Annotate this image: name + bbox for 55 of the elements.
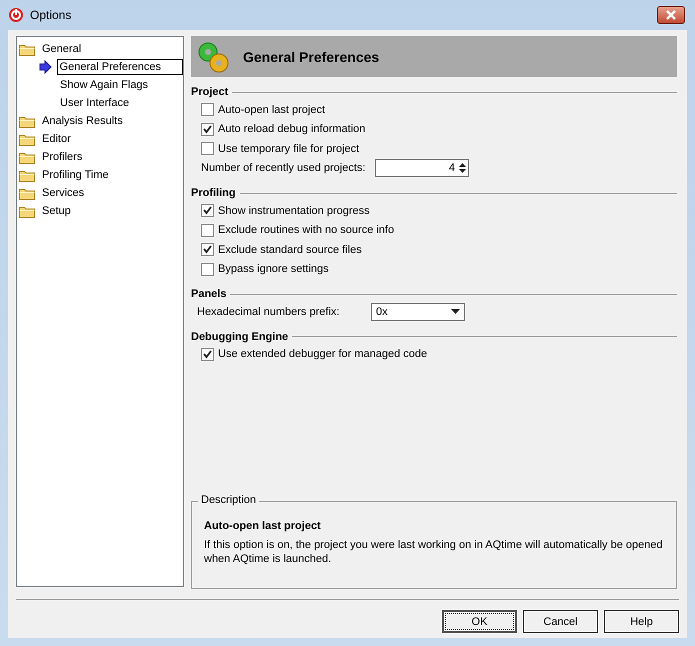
- tree-item[interactable]: General: [39, 41, 84, 57]
- checkbox[interactable]: [201, 348, 214, 361]
- dialog-button[interactable]: OK: [442, 610, 517, 633]
- section-title: Debugging Engine: [191, 330, 288, 342]
- field-label: Hexadecimal numbers prefix:: [197, 306, 340, 318]
- folder-icon: [19, 132, 35, 146]
- folder-icon: [19, 114, 35, 128]
- description-legend: Description: [198, 494, 260, 506]
- arrow-icon: [38, 60, 52, 74]
- folder-icon: [19, 204, 35, 218]
- tree-item[interactable]: Profiling Time: [39, 167, 112, 183]
- checkbox[interactable]: [201, 142, 214, 156]
- checkbox[interactable]: [201, 243, 214, 256]
- close-icon: [665, 10, 677, 20]
- window-title: Options: [30, 8, 72, 22]
- tree-item[interactable]: Analysis Results: [39, 113, 126, 129]
- tree-item[interactable]: General Preferences: [56, 59, 183, 75]
- checkbox-label: Auto-open last project: [218, 104, 326, 116]
- dialog-button[interactable]: Cancel: [523, 610, 598, 633]
- tree-item[interactable]: User Interface: [57, 95, 132, 111]
- checkbox-label: Use extended debugger for managed code: [218, 348, 428, 360]
- description-heading: Auto-open last project: [204, 520, 322, 532]
- folder-icon: [19, 186, 35, 200]
- app-icon: [8, 7, 24, 23]
- tree-item[interactable]: Profilers: [39, 149, 86, 165]
- section-title: Panels: [191, 288, 226, 300]
- close-button[interactable]: [657, 6, 685, 24]
- folder-icon: [19, 42, 35, 56]
- checkbox[interactable]: [201, 224, 214, 237]
- spin-arrows-icon: [459, 162, 466, 174]
- page-title: General Preferences: [243, 48, 380, 64]
- tree-item[interactable]: Editor: [39, 131, 74, 147]
- checkbox-label: Bypass ignore settings: [218, 263, 329, 276]
- caret-icon: [451, 309, 460, 314]
- checkbox-label: Exclude routines with no source info: [218, 224, 394, 236]
- field-label: Number of recently used projects:: [201, 162, 366, 174]
- section-title: Project: [191, 86, 228, 98]
- checkbox-label: Show instrumentation progress: [218, 204, 370, 217]
- description-text: If this option is on, the project you were last working on in AQtime will automatically be opened when AQtime is launched.: [204, 538, 664, 566]
- checkbox[interactable]: [201, 262, 214, 276]
- folder-icon: [19, 150, 35, 164]
- checkbox[interactable]: [201, 122, 214, 136]
- checkbox[interactable]: [201, 204, 214, 218]
- number-spinner[interactable]: 4: [375, 159, 469, 178]
- checkbox-label: Exclude standard source files: [218, 244, 362, 256]
- tree-item[interactable]: Setup: [39, 203, 74, 219]
- section-title: Profiling: [191, 187, 236, 199]
- checkbox[interactable]: [201, 103, 214, 116]
- folder-icon: [19, 168, 35, 182]
- checkbox-label: Use temporary file for project: [218, 142, 360, 155]
- checkbox-label: Auto reload debug information: [218, 123, 366, 136]
- tree-item[interactable]: Services: [39, 185, 88, 201]
- dialog-button[interactable]: Help: [604, 610, 679, 633]
- tree-item[interactable]: Show Again Flags: [57, 77, 152, 93]
- prefix-dropdown[interactable]: 0x: [371, 302, 465, 321]
